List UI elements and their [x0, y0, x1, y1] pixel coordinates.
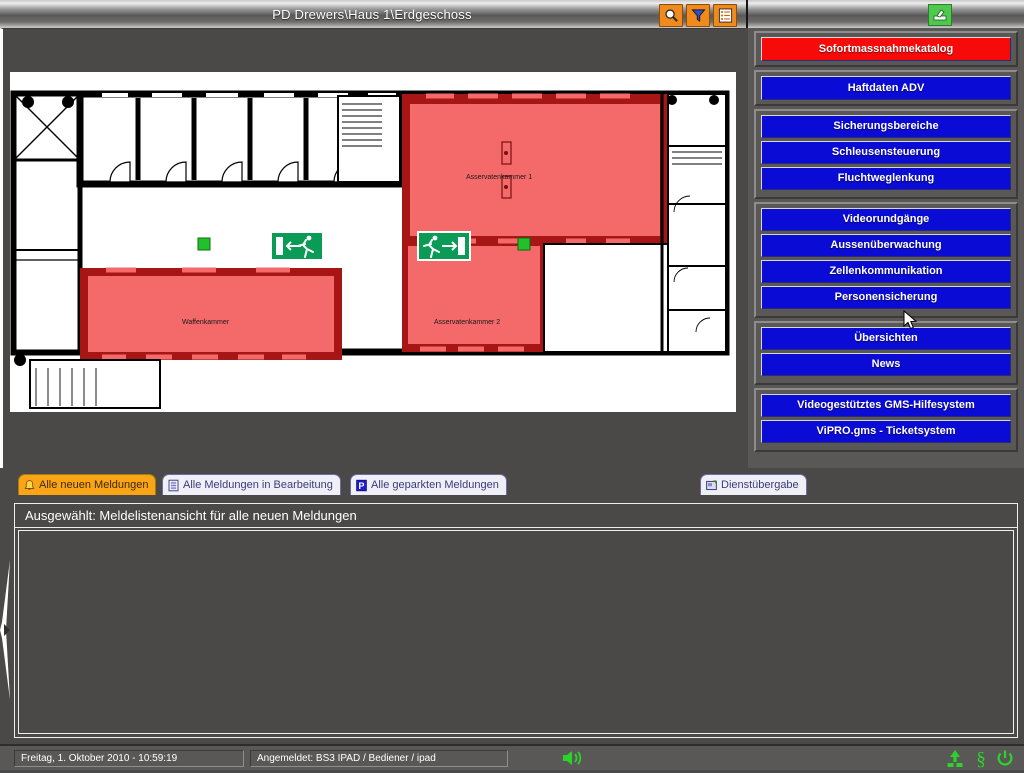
- tab-label: Dienstübergabe: [721, 479, 799, 491]
- tab-bar: Alle neuen Meldungen Alle Meldungen in B…: [0, 470, 1024, 495]
- room-waffenkammer: Waffenkammer: [80, 267, 342, 360]
- network-upload-icon[interactable]: [946, 749, 964, 773]
- application-window: PD Drewers\Haus 1\Erdgeschoss Asservaten…: [0, 0, 1024, 770]
- nav-button-schleusensteuerung[interactable]: Schleusensteuerung: [761, 141, 1011, 164]
- nav-button-videorundgaenge[interactable]: Videorundgänge: [761, 208, 1011, 231]
- status-user: Angemeldet: BS3 IPAD / Bediener / ipad: [250, 750, 508, 767]
- floorplan-panel[interactable]: Asservatenkammer 1 Asservatenkammer 2 Wa…: [0, 28, 746, 468]
- detector-marker-1: [197, 237, 211, 251]
- page-title: PD Drewers\Haus 1\Erdgeschoss: [272, 6, 472, 22]
- list-icon[interactable]: [713, 4, 737, 27]
- tab-dienstuebergabe[interactable]: Dienstübergabe: [700, 474, 807, 495]
- paragraph-section-icon[interactable]: §: [972, 749, 990, 773]
- nav-button-fluchtweglenkung[interactable]: Fluchtweglenkung: [761, 167, 1011, 190]
- status-bar: Freitag, 1. Oktober 2010 - 10:59:19 Ange…: [0, 744, 1024, 770]
- room-label: Asservatenkammer 2: [434, 319, 500, 326]
- audio-signal-icon[interactable]: [560, 749, 586, 772]
- message-list-body[interactable]: [18, 530, 1014, 734]
- mouse-pointer: [903, 310, 918, 330]
- power-icon[interactable]: [996, 749, 1014, 773]
- status-datetime: Freitag, 1. Oktober 2010 - 10:59:19: [14, 750, 244, 767]
- title-bar: PD Drewers\Haus 1\Erdgeschoss: [0, 0, 1024, 28]
- floorplan-viewport[interactable]: Asservatenkammer 1 Asservatenkammer 2 Wa…: [6, 32, 746, 466]
- parking-p-icon: P: [356, 479, 367, 491]
- handover-icon: [706, 480, 717, 490]
- svg-text:§: §: [976, 749, 986, 768]
- nav-group-3: Videorundgänge Aussenüberwachung Zellenk…: [754, 202, 1018, 318]
- nav-button-vipro-gms-ticketsystem[interactable]: ViPRO.gms - Ticketsystem: [761, 420, 1011, 443]
- filter-icon[interactable]: [686, 4, 710, 27]
- nav-button-videogestuetztes-gms-hilfesystem[interactable]: Videogestütztes GMS-Hilfesystem: [761, 394, 1011, 417]
- document-list-icon: [168, 479, 179, 491]
- nav-button-uebersichten[interactable]: Übersichten: [761, 327, 1011, 350]
- nav-group-2: Sicherungsbereiche Schleusensteuerung Fl…: [754, 109, 1018, 199]
- tab-alle-meldungen-in-bearbeitung[interactable]: Alle Meldungen in Bearbeitung: [162, 474, 341, 495]
- tab-label: Alle Meldungen in Bearbeitung: [183, 479, 333, 491]
- nav-button-news[interactable]: News: [761, 353, 1011, 376]
- svg-text:P: P: [359, 480, 365, 490]
- escape-route-sign-left: [270, 231, 324, 261]
- message-list-panel: Ausgewählt: Meldelistenansicht für alle …: [14, 503, 1018, 738]
- room-asservatenkammer-1: Asservatenkammer 1: [402, 93, 668, 244]
- detector-marker-2: [517, 237, 531, 251]
- nav-group-1: Haftdaten ADV: [754, 70, 1018, 106]
- nav-button-zellenkommunikation[interactable]: Zellenkommunikation: [761, 260, 1011, 283]
- room-label: Asservatenkammer 1: [466, 174, 532, 181]
- tab-alle-neuen-meldungen[interactable]: Alle neuen Meldungen: [18, 474, 157, 495]
- search-icon[interactable]: [659, 4, 683, 27]
- tab-alle-geparkten-meldungen[interactable]: P Alle geparkten Meldungen: [350, 474, 507, 495]
- tab-label: Alle neuen Meldungen: [39, 479, 149, 491]
- nav-group-5: Videogestütztes GMS-Hilfesystem ViPRO.gm…: [754, 388, 1018, 452]
- selection-header: Ausgewählt: Meldelistenansicht für alle …: [15, 504, 1017, 528]
- nav-button-sofortmassnahmekatalog[interactable]: Sofortmassnahmekatalog: [761, 37, 1011, 61]
- escape-route-sign-right: [417, 231, 471, 261]
- nav-button-personensicherung[interactable]: Personensicherung: [761, 286, 1011, 309]
- print-icon[interactable]: [928, 4, 952, 26]
- tab-label: Alle geparkten Meldungen: [371, 479, 499, 491]
- title-bar-tools: [659, 4, 737, 27]
- panel-expand-handle[interactable]: [0, 560, 16, 700]
- nav-button-haftdaten-adv[interactable]: Haftdaten ADV: [761, 76, 1011, 100]
- nav-group-4: Übersichten News: [754, 321, 1018, 385]
- floorplan-drawing[interactable]: Asservatenkammer 1 Asservatenkammer 2 Wa…: [6, 32, 746, 466]
- title-bar-right: [748, 0, 1024, 28]
- nav-group-0: Sofortmassnahmekatalog: [754, 31, 1018, 67]
- nav-button-aussenueberwachung[interactable]: Aussenüberwachung: [761, 234, 1011, 257]
- bell-icon: [24, 479, 35, 490]
- navigation-button-panel: Sofortmassnahmekatalog Haftdaten ADV Sic…: [748, 28, 1024, 468]
- room-label: Waffenkammer: [182, 319, 230, 326]
- nav-button-sicherungsbereiche[interactable]: Sicherungsbereiche: [761, 115, 1011, 138]
